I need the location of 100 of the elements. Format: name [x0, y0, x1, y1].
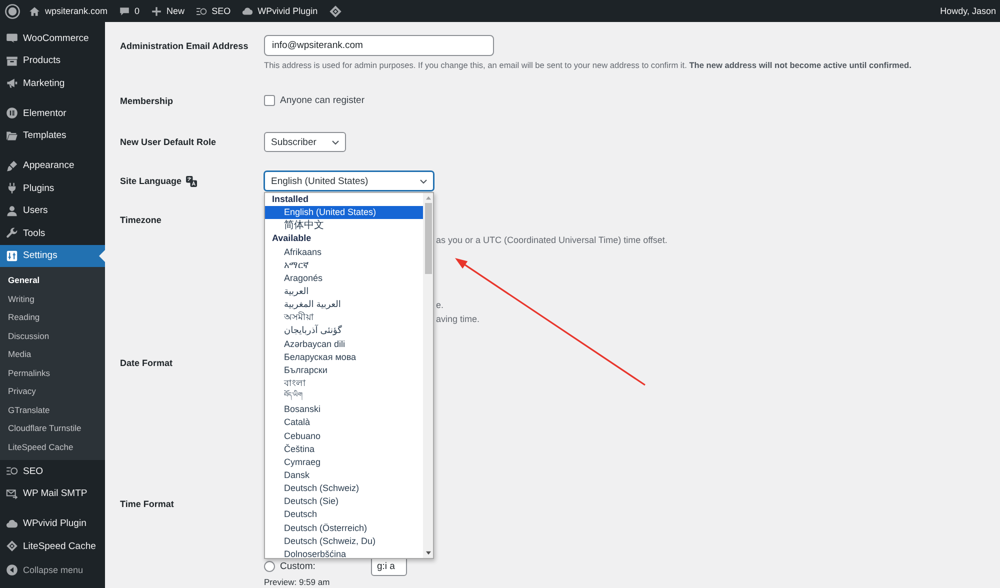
lines-circle-icon — [6, 465, 18, 478]
menu-item[interactable]: Tools — [0, 222, 105, 244]
scrollbar-track[interactable] — [423, 193, 433, 558]
megaphone-icon — [6, 77, 18, 90]
radio-label[interactable]: Custom: — [280, 560, 371, 572]
preview-text: Preview: 9:59 am — [264, 577, 331, 587]
diamond-icon[interactable] — [328, 4, 342, 18]
checkbox[interactable] — [264, 95, 275, 106]
checkbox-label[interactable]: Anyone can register — [280, 95, 364, 106]
field-description: This address is used for admin purposes. If you change this, an email will be sent to your new address to confirm it. The new address will not become active until confirmed. — [264, 60, 912, 71]
chevron-down-icon — [331, 138, 340, 146]
cloud-icon — [6, 518, 18, 530]
option-group-label: Installed — [271, 193, 310, 206]
collapse-icon — [6, 564, 18, 576]
language-option[interactable]: Deutsch (Schweiz) — [265, 482, 423, 496]
language-option[interactable]: অসমীয়া — [265, 311, 423, 324]
field-label: Site Language — [120, 176, 182, 186]
menu-item[interactable]: Products — [0, 50, 105, 72]
home-icon — [29, 6, 40, 16]
menu-item[interactable]: Templates — [0, 124, 105, 147]
menu-item[interactable]: WooCommerce — [0, 27, 105, 50]
language-option[interactable]: Deutsch (Österreich) — [265, 522, 423, 535]
menu-item[interactable]: Marketing — [0, 72, 105, 94]
submenu-item[interactable]: Permalinks — [0, 364, 105, 382]
submenu-item[interactable]: Writing — [0, 290, 105, 308]
menu-item[interactable]: Users — [0, 200, 105, 222]
submenu-item[interactable]: Media — [0, 345, 105, 364]
language-option[interactable]: 简体中文 — [265, 219, 423, 232]
field-label: New User Default Role — [120, 137, 216, 147]
language-option[interactable]: Deutsch — [265, 508, 423, 522]
caret-down-icon[interactable] — [426, 551, 430, 555]
submenu-item[interactable]: Privacy — [0, 382, 105, 400]
account-link[interactable]: Howdy, Jason — [940, 6, 996, 16]
field-label: Time Format — [120, 499, 174, 509]
field-label: Administration Email Address — [120, 40, 248, 50]
role-select[interactable]: Subscriber — [264, 132, 346, 152]
menu-item[interactable]: Elementor — [0, 102, 105, 124]
translation-icon — [186, 176, 197, 186]
menu-item[interactable]: SEO — [0, 460, 105, 482]
collapse-button[interactable]: Collapse menu — [0, 558, 105, 580]
language-option[interactable]: Català — [265, 416, 423, 430]
menu-item[interactable]: Appearance — [0, 154, 105, 177]
option-group-label: Available — [271, 232, 312, 246]
seo-link[interactable]: SEO — [196, 0, 231, 22]
language-option[interactable]: Dolnoserbšćina — [265, 548, 423, 558]
language-option[interactable]: گؤنئی آذربایجان — [265, 324, 423, 338]
field-label: Membership — [120, 96, 174, 106]
radio-button[interactable] — [264, 560, 275, 572]
chevron-down-icon — [419, 176, 428, 186]
site-link[interactable]: wpsiterank.com — [29, 0, 108, 22]
language-option[interactable]: বাংলা — [265, 376, 423, 390]
language-option[interactable]: Беларуская мова — [265, 350, 423, 364]
sliders-icon — [6, 250, 18, 262]
language-option[interactable]: Azərbaycan dili — [265, 338, 423, 351]
menu-item[interactable]: WP Mail SMTP — [0, 482, 105, 505]
language-option[interactable]: Български — [265, 364, 423, 377]
language-option[interactable]: Deutsch (Sie) — [265, 495, 423, 508]
wrench-icon — [6, 227, 18, 240]
submenu-item[interactable]: Reading — [0, 308, 105, 326]
plug-icon — [6, 182, 18, 194]
plugin-link[interactable]: WPvivid Plugin — [242, 0, 318, 22]
menu-item[interactable]: LiteSpeed Cache — [0, 535, 105, 558]
menu-item[interactable]: WPvivid Plugin — [0, 512, 105, 535]
caret-up-icon[interactable] — [426, 196, 430, 200]
language-select[interactable]: English (United States) — [264, 171, 434, 191]
language-option[interactable]: العربية — [265, 284, 423, 298]
new-link[interactable]: New — [150, 0, 185, 22]
language-option[interactable]: Cebuano — [265, 430, 423, 443]
cloud-icon — [242, 6, 253, 16]
plus-icon — [150, 6, 162, 16]
language-option[interactable]: Cymraeg — [265, 456, 423, 469]
email-field[interactable]: info@wpsiterank.com — [264, 35, 494, 56]
language-option[interactable]: Čeština — [265, 442, 423, 456]
logo-icon[interactable] — [5, 4, 20, 18]
language-option[interactable]: English (United States) — [265, 206, 423, 220]
speech-bubble-icon — [118, 6, 130, 16]
language-option[interactable]: Deutsch (Schweiz, Du) — [265, 534, 423, 548]
description-fragment: e. — [436, 299, 445, 312]
language-option[interactable]: Aragonés — [265, 272, 423, 285]
field-label: Timezone — [120, 215, 162, 225]
language-option[interactable]: Dansk — [265, 468, 423, 482]
language-option[interactable]: Afrikaans — [265, 246, 423, 259]
diamond-icon — [6, 540, 18, 552]
user-icon — [6, 204, 18, 217]
menu-item[interactable]: Plugins — [0, 177, 105, 200]
submenu-item[interactable]: General — [0, 271, 105, 290]
menu-item[interactable]: Settings — [0, 244, 105, 267]
submenu-item[interactable]: GTranslate — [0, 400, 105, 419]
language-option[interactable]: العربية المغربية — [265, 298, 423, 312]
language-option[interactable]: Bosanski — [265, 403, 423, 416]
scrollbar-thumb[interactable] — [424, 203, 432, 274]
description-fragment: as you or a UTC (Coordinated Universal Time) time offset. — [436, 234, 668, 247]
comments-link[interactable]: 0 — [118, 0, 140, 22]
submenu-item[interactable]: Cloudflare Turnstile — [0, 419, 105, 438]
language-option[interactable]: አማርኛ — [265, 258, 423, 272]
submenu-item[interactable]: Discussion — [0, 326, 105, 345]
archive-box-icon — [6, 54, 18, 67]
submenu-item[interactable]: LiteSpeed Cache — [0, 438, 105, 456]
circle-bars-icon — [6, 107, 18, 120]
description-fragment: aving time. — [436, 313, 481, 326]
